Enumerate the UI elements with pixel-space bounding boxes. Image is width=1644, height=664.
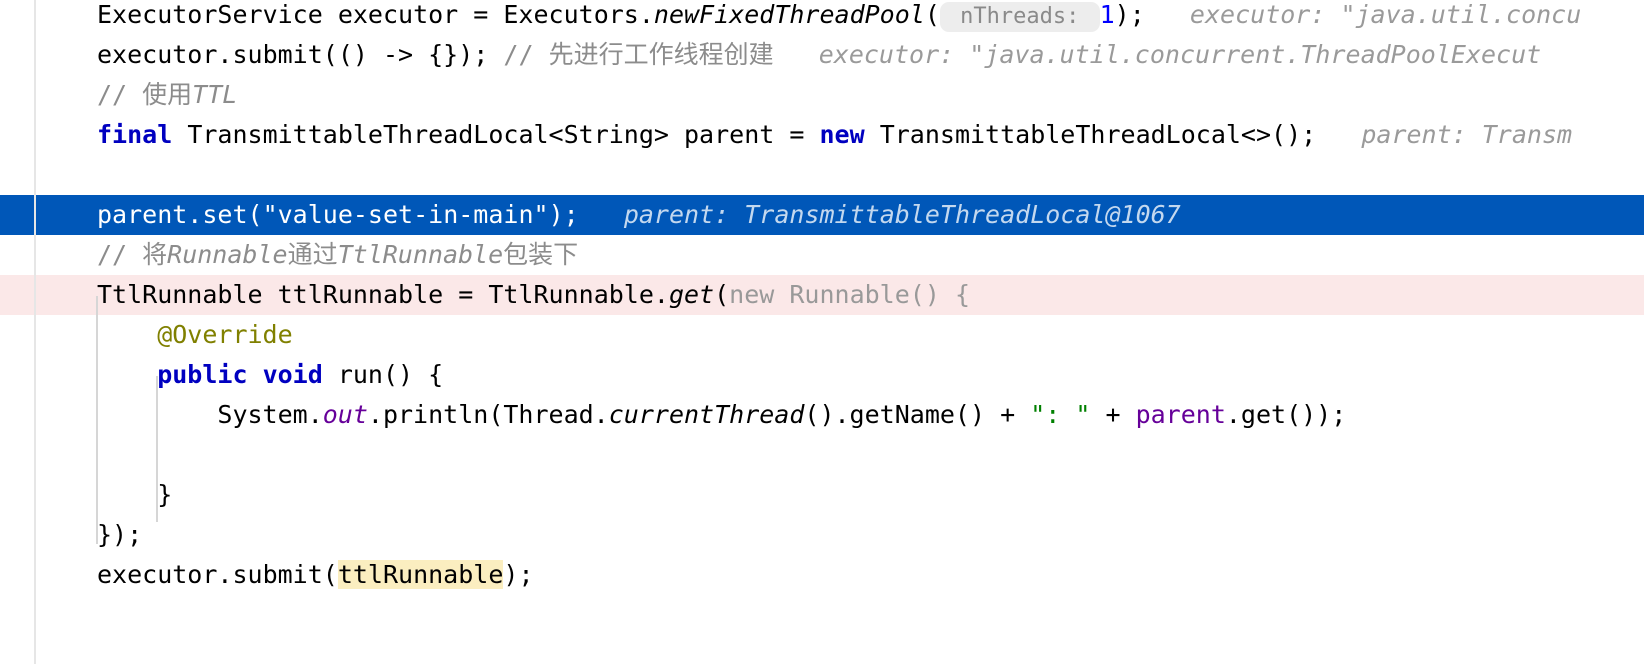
code-token: @Override bbox=[157, 320, 293, 349]
code-token: }); bbox=[97, 520, 143, 549]
code-line-background bbox=[0, 155, 1644, 195]
code-token: 先进行工作线程创建 bbox=[548, 40, 774, 69]
code-line[interactable]: System.out.println(Thread.currentThread(… bbox=[0, 395, 1644, 435]
code-line-background bbox=[0, 75, 1644, 115]
code-token: run() { bbox=[322, 360, 444, 389]
code-token: TransmittableThreadLocal<String> parent … bbox=[172, 120, 820, 149]
code-line-background bbox=[0, 475, 1644, 515]
code-token: executor.submit( bbox=[97, 560, 338, 589]
code-token: TtlRunnable bbox=[337, 240, 504, 269]
code-token: ( bbox=[924, 0, 940, 29]
code-token: ": " bbox=[1030, 400, 1091, 429]
code-token: .println(Thread. bbox=[367, 400, 609, 429]
code-token: get bbox=[668, 280, 715, 309]
code-token: "value-set-in-main" bbox=[262, 200, 549, 229]
code-line[interactable]: // 将Runnable通过TtlRunnable包装下 bbox=[0, 235, 1644, 275]
code-token: // bbox=[488, 40, 549, 69]
code-token: parent.set( bbox=[97, 200, 263, 229]
code-line[interactable]: }); bbox=[0, 515, 1644, 555]
indent-guide bbox=[96, 296, 98, 544]
code-line-text: } bbox=[157, 475, 172, 515]
inlay-hint: parent: Transm bbox=[1316, 120, 1573, 149]
code-line-text: // 使用TTL bbox=[97, 75, 237, 115]
code-token: public bbox=[157, 360, 248, 389]
code-line-text: public void run() { bbox=[157, 355, 443, 395]
code-token: executor.submit(() -> {}); bbox=[97, 40, 489, 69]
code-token: currentThread bbox=[608, 400, 805, 429]
code-line[interactable]: parent.set("value-set-in-main"); parent:… bbox=[0, 195, 1644, 235]
gutter-separator bbox=[34, 0, 36, 664]
code-line[interactable]: executor.submit(ttlRunnable); bbox=[0, 555, 1644, 595]
code-token: TransmittableThreadLocal<>(); bbox=[864, 120, 1317, 149]
code-token: new Runnable() { bbox=[729, 280, 970, 309]
inlay-hint: parent: TransmittableThreadLocal@1067 bbox=[578, 200, 1181, 229]
code-token: // 使用 bbox=[97, 80, 193, 109]
code-line-background bbox=[0, 435, 1644, 475]
code-line[interactable] bbox=[0, 155, 1644, 195]
code-token: ); bbox=[548, 200, 579, 229]
code-token: ( bbox=[714, 280, 730, 309]
code-line-text: executor.submit(ttlRunnable); bbox=[97, 555, 534, 595]
code-line[interactable]: // 使用TTL bbox=[0, 75, 1644, 115]
code-editor[interactable]: ExecutorService executor = Executors.new… bbox=[0, 0, 1644, 664]
code-token: newFixedThreadPool bbox=[653, 0, 925, 29]
code-token: new bbox=[819, 120, 865, 149]
code-token: ExecutorService executor = Executors. bbox=[97, 0, 654, 29]
inlay-hint: executor: "java.util.concu bbox=[1144, 0, 1582, 29]
code-token: parent bbox=[1135, 400, 1226, 429]
code-token: 1 bbox=[1099, 0, 1115, 29]
code-token: final bbox=[97, 120, 173, 149]
code-token: 通过 bbox=[287, 240, 338, 269]
code-line-text: @Override bbox=[157, 315, 292, 355]
code-line[interactable]: final TransmittableThreadLocal<String> p… bbox=[0, 115, 1644, 155]
code-line[interactable]: public void run() { bbox=[0, 355, 1644, 395]
code-line[interactable]: executor.submit(() -> {}); // 先进行工作线程创建 … bbox=[0, 35, 1644, 75]
code-token: TtlRunnable ttlRunnable = TtlRunnable. bbox=[97, 280, 669, 309]
code-line[interactable]: TtlRunnable ttlRunnable = TtlRunnable.ge… bbox=[0, 275, 1644, 315]
code-token: .get()); bbox=[1225, 400, 1347, 429]
code-token: // 将 bbox=[97, 240, 168, 269]
code-line-text: }); bbox=[97, 515, 142, 555]
code-line-text: parent.set("value-set-in-main"); parent:… bbox=[97, 195, 1181, 235]
code-token: } bbox=[157, 480, 173, 509]
code-token: System. bbox=[217, 400, 323, 429]
code-token: + bbox=[1090, 400, 1136, 429]
code-line-text: ExecutorService executor = Executors.new… bbox=[97, 0, 1581, 37]
code-line[interactable]: ExecutorService executor = Executors.new… bbox=[0, 0, 1644, 35]
code-line-text: // 将Runnable通过TtlRunnable包装下 bbox=[97, 235, 578, 275]
code-token: ); bbox=[1114, 0, 1145, 29]
code-line[interactable]: @Override bbox=[0, 315, 1644, 355]
code-token: ().getName() + bbox=[804, 400, 1031, 429]
code-token: TTL bbox=[192, 80, 238, 109]
code-line-text: System.out.println(Thread.currentThread(… bbox=[217, 395, 1346, 435]
code-line-text: executor.submit(() -> {}); // 先进行工作线程创建 … bbox=[97, 35, 1541, 75]
code-line-background bbox=[0, 515, 1644, 555]
code-token: nThreads: bbox=[939, 2, 1100, 32]
code-line[interactable] bbox=[0, 435, 1644, 475]
code-token: ); bbox=[503, 560, 534, 589]
code-line-text: final TransmittableThreadLocal<String> p… bbox=[97, 115, 1572, 155]
code-token: 包装下 bbox=[503, 240, 579, 269]
code-token: Runnable bbox=[167, 240, 288, 269]
code-line-text: TtlRunnable ttlRunnable = TtlRunnable.ge… bbox=[97, 275, 970, 315]
code-token: ttlRunnable bbox=[337, 560, 504, 589]
code-line[interactable]: } bbox=[0, 475, 1644, 515]
inlay-hint: executor: "java.util.concurrent.ThreadPo… bbox=[773, 40, 1542, 69]
code-token: void bbox=[262, 360, 323, 389]
code-token: out bbox=[322, 400, 368, 429]
